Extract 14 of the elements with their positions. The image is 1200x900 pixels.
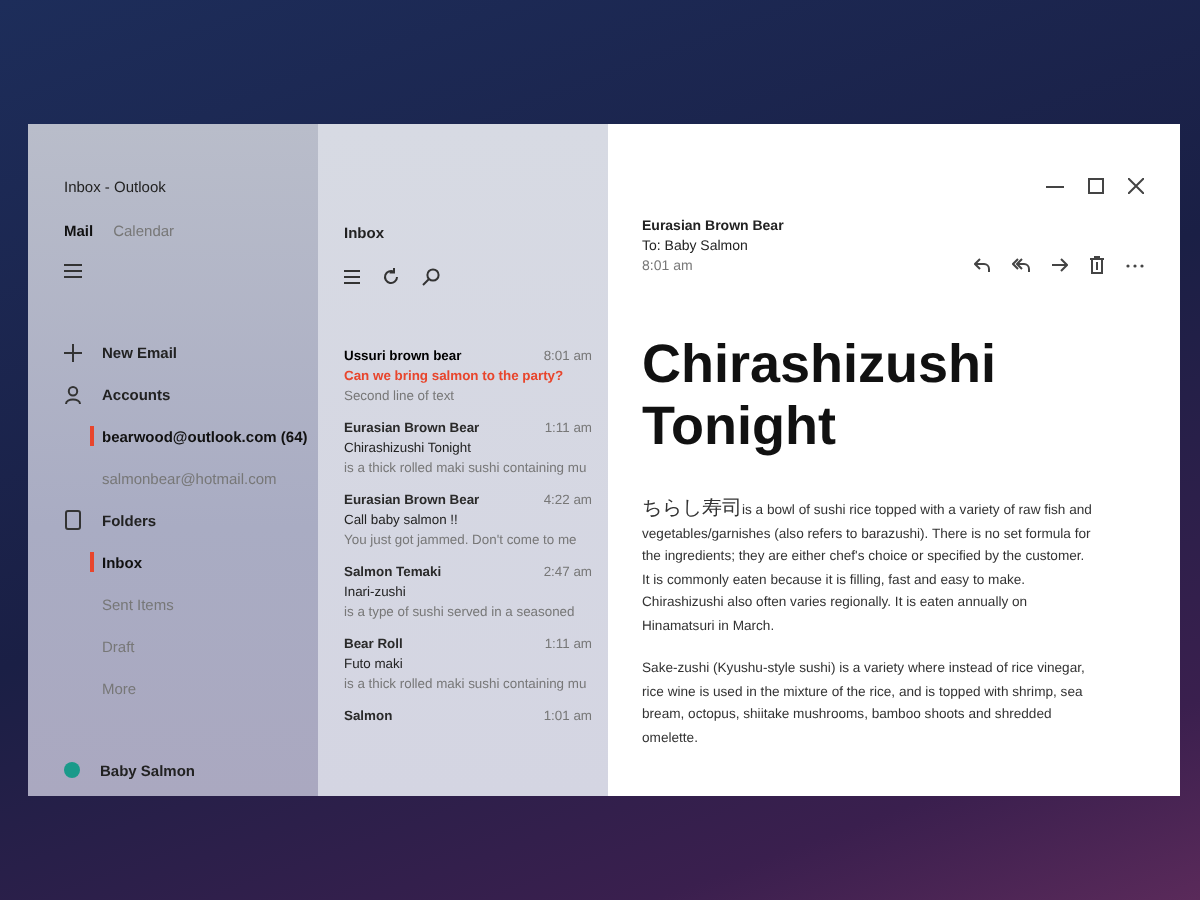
reply-icon[interactable] [974,258,990,272]
reply-all-icon[interactable] [1012,258,1030,272]
maximize-icon[interactable] [1088,178,1104,194]
trash-icon[interactable] [1090,256,1104,274]
person-icon [64,385,82,403]
refresh-icon[interactable] [382,268,400,286]
forward-icon[interactable] [1052,258,1068,272]
menu-icon[interactable] [64,264,82,278]
plus-icon [64,343,82,361]
close-icon[interactable] [1128,178,1144,194]
search-icon[interactable] [422,268,440,286]
email-title: Chirashizushi Tonight [642,334,999,458]
minimize-icon[interactable] [1046,185,1064,187]
avatar-icon [64,762,80,778]
